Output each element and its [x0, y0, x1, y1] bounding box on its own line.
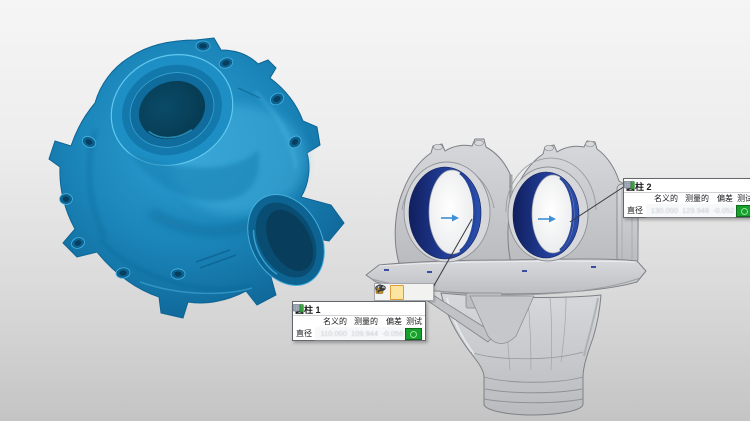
annotation-visibility-button[interactable]	[418, 285, 432, 300]
viewport-3d[interactable]: 圆柱 1 名义的 测量的 偏差 测试 直径 110.000 109.944 -0…	[0, 0, 750, 421]
pass-ring-icon	[410, 331, 417, 338]
pass-status-badge	[736, 205, 750, 217]
test-status-cell	[404, 327, 423, 340]
scanned-part-mesh[interactable]	[49, 35, 344, 318]
deviation-value: -0.056	[380, 327, 404, 340]
annotation-title-bar: 圆柱 2	[624, 179, 750, 193]
cylinder-feature-2-bore[interactable]	[508, 167, 588, 261]
annotation-title-bar: 圆柱 1	[293, 302, 425, 316]
cylinder-feature-icon	[624, 179, 635, 190]
pass-status-badge	[405, 328, 422, 340]
measured-value: 109.944	[349, 327, 380, 340]
eye-icon	[375, 284, 386, 292]
row-label-diameter: 直径	[624, 204, 646, 217]
column-header-empty	[624, 193, 646, 204]
cylinder-feature-1-bore[interactable]	[404, 162, 490, 262]
annotation-cylinder-1[interactable]: 圆柱 1 名义的 测量的 偏差 测试 直径 110.000 109.944 -0…	[292, 301, 426, 341]
column-header-test: 测试	[404, 316, 423, 327]
column-header-test: 测试	[735, 193, 750, 204]
pass-ring-icon	[741, 208, 748, 215]
test-status-cell	[735, 204, 750, 217]
deviation-value: -0.052	[711, 204, 735, 217]
cylinder-feature-icon	[293, 302, 304, 313]
lock-annotation-button[interactable]	[390, 285, 404, 300]
annotation-cylinder-2[interactable]: 圆柱 2 名义的 测量的 偏差 测试 直径 130.000 129.948 -0…	[623, 178, 750, 218]
column-header-measured: 测量的	[349, 316, 380, 327]
annotation-mini-toolbar[interactable]	[374, 283, 434, 301]
cad-model[interactable]	[366, 139, 646, 415]
column-header-deviation: 偏差	[380, 316, 404, 327]
nominal-value: 110.000	[315, 327, 349, 340]
column-header-empty	[293, 316, 315, 327]
column-header-deviation: 偏差	[711, 193, 735, 204]
column-header-nominal: 名义的	[646, 193, 680, 204]
column-header-nominal: 名义的	[315, 316, 349, 327]
measured-value: 129.948	[680, 204, 711, 217]
annotation-tools-button[interactable]	[404, 285, 418, 300]
column-header-measured: 测量的	[680, 193, 711, 204]
nominal-value: 130.000	[646, 204, 680, 217]
row-label-diameter: 直径	[293, 327, 315, 340]
